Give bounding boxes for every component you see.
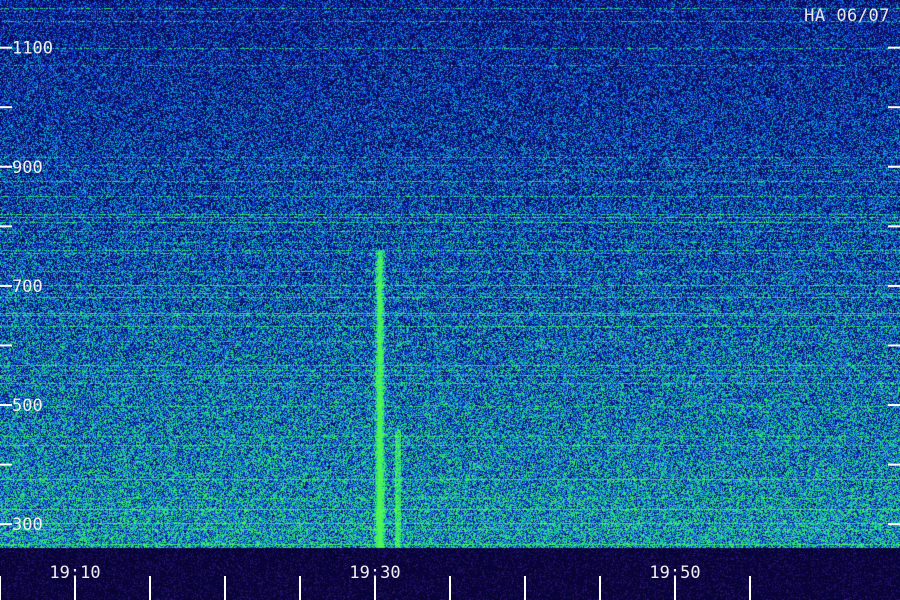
x-tick-label: 19:10 bbox=[49, 563, 100, 583]
y-tick-label: 1100 bbox=[12, 39, 53, 59]
y-tick-label: 700 bbox=[12, 277, 43, 297]
spectrogram-panel: 300 500 700 900 1100 19:10 19:30 19:50 HA 06/07 bbox=[0, 0, 900, 600]
y-tick-label: 500 bbox=[12, 396, 43, 416]
x-tick-label: 19:50 bbox=[649, 563, 700, 583]
y-tick-label: 300 bbox=[12, 515, 43, 535]
x-tick-label: 19:30 bbox=[349, 563, 400, 583]
station-label: HA 06/07 bbox=[804, 6, 890, 26]
y-tick-label: 900 bbox=[12, 158, 43, 178]
chart-axes: 300 500 700 900 1100 19:10 19:30 19:50 bbox=[0, 39, 900, 600]
